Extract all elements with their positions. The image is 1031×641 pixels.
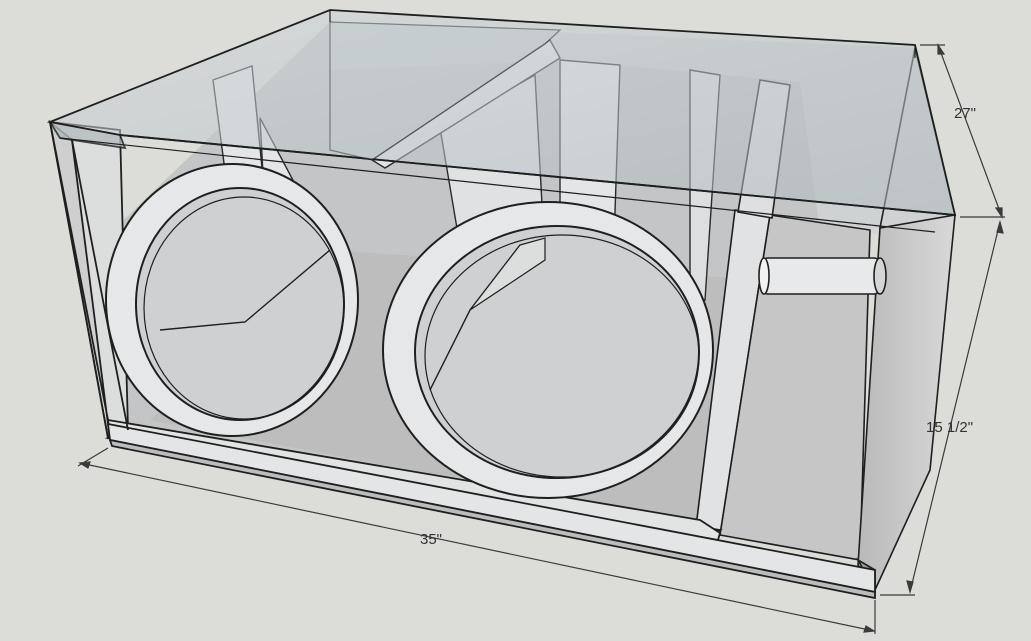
right-woofer-cutout: [382, 201, 714, 499]
enclosure-drawing: 35" 27" 15 1/2": [46, 9, 1005, 634]
left-woofer-cutout: [105, 163, 359, 437]
port-tube: [758, 257, 887, 295]
width-dimension-label: 35": [420, 531, 442, 548]
height-dimension-label: 15 1/2": [926, 419, 973, 436]
cad-viewport: 35" 27" 15 1/2": [0, 0, 1031, 636]
depth-dimension-label: 27": [954, 105, 976, 122]
